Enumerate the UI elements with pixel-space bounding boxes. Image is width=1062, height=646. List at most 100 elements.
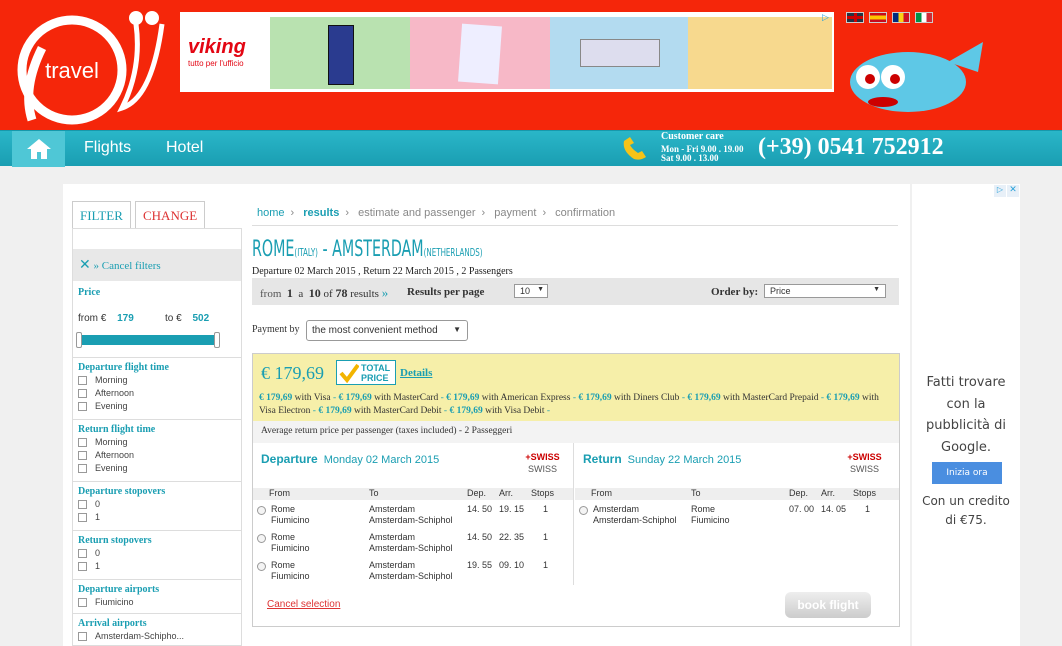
checkbox[interactable]	[78, 464, 87, 474]
checkbox[interactable]	[78, 451, 87, 461]
price-to-label: to €	[165, 313, 182, 324]
uk-flag-icon[interactable]	[846, 12, 864, 23]
filter-option[interactable]: Morning	[78, 375, 128, 386]
flight-from-airport: Fiumicino	[271, 515, 310, 525]
flight-stops: 1	[543, 504, 549, 514]
filter-option[interactable]: 1	[78, 561, 100, 572]
filter-option[interactable]: Fiumicino	[78, 597, 134, 608]
filter-divider	[73, 481, 241, 482]
filter-option-label: Amsterdam-Schipho...	[95, 631, 185, 641]
chevron-down-icon: ▼	[537, 286, 544, 293]
radio-button[interactable]	[257, 534, 266, 543]
ro-flag-icon[interactable]	[892, 12, 910, 23]
nav-flights[interactable]: Flights	[84, 139, 131, 157]
cancel-filters[interactable]: ✕ » Cancel filters	[73, 249, 241, 281]
filter-option[interactable]: 1	[78, 512, 101, 523]
filter-option[interactable]: Evening	[78, 463, 128, 474]
flight-to-airport: Amsterdam-Schiphol	[369, 515, 453, 525]
checkbox[interactable]	[78, 513, 87, 523]
flight-arr: 22. 35	[499, 532, 525, 542]
price-slider[interactable]	[76, 332, 220, 348]
filter-option[interactable]: Amsterdam-Schipho...	[78, 631, 185, 642]
filter-option[interactable]: Morning	[78, 437, 128, 448]
checkbox[interactable]	[78, 438, 87, 448]
flight-arr: 14. 05	[821, 504, 847, 514]
swiss-logo: +SWISS	[525, 452, 560, 462]
filter-option[interactable]: 0	[78, 499, 100, 510]
checkbox[interactable]	[78, 598, 87, 608]
es-flag-icon[interactable]	[869, 12, 887, 23]
filter-option[interactable]: 0	[78, 548, 100, 559]
checkbox[interactable]	[78, 500, 87, 510]
filter-group-title: Return flight time	[78, 424, 156, 435]
radio-button[interactable]	[257, 562, 266, 571]
book-flight-button[interactable]: book flight	[785, 592, 871, 618]
slider-handle-max[interactable]	[214, 332, 220, 348]
route-title: ROME(ITALY) - AMSTERDAM(NETHERLANDS)	[252, 237, 483, 262]
flight-from-airport: Fiumicino	[271, 571, 310, 581]
ad-footer: Con un credito di €75.	[922, 494, 1010, 527]
crumb-home[interactable]: home	[257, 207, 285, 219]
main-nav: Flights Hotel Customer care Mon - Fri 9.…	[0, 130, 1062, 167]
payment-select[interactable]: the most convenient method ▼	[306, 320, 468, 341]
departure-airline: SWISS	[527, 464, 557, 474]
radio-button[interactable]	[257, 506, 266, 515]
tab-filter[interactable]: FILTER	[72, 201, 131, 229]
ad-button[interactable]: Inizia ora	[932, 462, 1002, 484]
total-price-badge: TOTAL PRICE	[336, 360, 396, 385]
per-page-select[interactable]: 10 ▼	[514, 284, 548, 298]
ad-banner[interactable]: viking tutto per l'ufficio ▷	[180, 12, 834, 92]
order-select[interactable]: Price ▼	[764, 284, 886, 298]
return-airline: SWISS	[849, 464, 879, 474]
home-button[interactable]	[12, 131, 65, 167]
flight-to-city: Rome	[691, 504, 716, 514]
details-link[interactable]: Details	[400, 367, 432, 379]
checkbox[interactable]	[78, 549, 87, 559]
flight-row[interactable]: Rome Fiumicino Amsterdam Amsterdam-Schiphol…	[253, 532, 571, 558]
swiss-logo: +SWISS	[847, 452, 882, 462]
nav-hotel[interactable]: Hotel	[166, 139, 203, 157]
checkbox[interactable]	[78, 389, 87, 399]
ad-close-icon[interactable]: ✕	[1007, 185, 1019, 197]
results-from: 1	[286, 286, 293, 300]
adchoices-icon[interactable]: ▷	[822, 12, 832, 22]
it-flag-icon[interactable]	[915, 12, 933, 23]
filter-group-title: Departure airports	[78, 584, 160, 595]
tab-change[interactable]: CHANGE	[135, 201, 205, 229]
filter-option[interactable]: Afternoon	[78, 388, 134, 399]
checkbox[interactable]	[78, 562, 87, 572]
google-ad[interactable]: ▷ ✕ Fatti trovare con la pubblicità di G…	[912, 184, 1020, 646]
flight-dep: 14. 50	[467, 504, 493, 514]
radio-button[interactable]	[579, 506, 588, 515]
price-to: 502	[192, 313, 210, 324]
phone-icon	[623, 137, 646, 160]
filter-option[interactable]: Afternoon	[78, 450, 134, 461]
flight-row[interactable]: Rome Fiumicino Amsterdam Amsterdam-Schiphol…	[253, 504, 571, 530]
results-bar: from 1 a 10 of 78 results » Results per …	[252, 278, 899, 305]
breadcrumb: home › results › estimate and passenger › p…	[257, 207, 616, 219]
filter-option[interactable]: Evening	[78, 401, 128, 412]
departure-table-header: From To Dep. Arr. Stops	[253, 488, 573, 500]
filter-option-label: 1	[95, 512, 101, 522]
adchoices-icon[interactable]: ▷	[994, 185, 1006, 197]
cancel-selection-link[interactable]: Cancel selection	[267, 599, 340, 610]
banner-tagline: tutto per l'ufficio	[188, 59, 244, 68]
checkbox[interactable]	[78, 376, 87, 386]
care-phone[interactable]: (+39) 0541 752912	[758, 134, 944, 161]
departure-date: Monday 02 March 2015	[323, 454, 440, 466]
slider-handle-min[interactable]	[76, 332, 82, 348]
checkbox[interactable]	[78, 402, 87, 412]
flight-stops: 1	[543, 560, 549, 570]
method-price: € 179,69	[578, 393, 612, 403]
flight-arr: 09. 10	[499, 560, 525, 570]
method-name: with Visa	[294, 393, 331, 403]
snail-logo[interactable]: travel	[12, 8, 172, 128]
results-main: home › results › estimate and passenger › p…	[252, 200, 900, 646]
customer-care: Customer care Mon - Fri 9.00 . 19.00 Sat…	[620, 131, 1050, 167]
checkbox[interactable]	[78, 632, 87, 642]
flight-from-airport: Amsterdam-Schiphol	[593, 515, 677, 525]
flight-row[interactable]: Amsterdam Amsterdam-Schiphol Rome Fiumicino…	[575, 504, 893, 530]
flight-row[interactable]: Rome Fiumicino Amsterdam Amsterdam-Schiphol…	[253, 560, 571, 586]
results-next[interactable]: »	[382, 285, 389, 300]
price-from: 179	[117, 313, 134, 324]
